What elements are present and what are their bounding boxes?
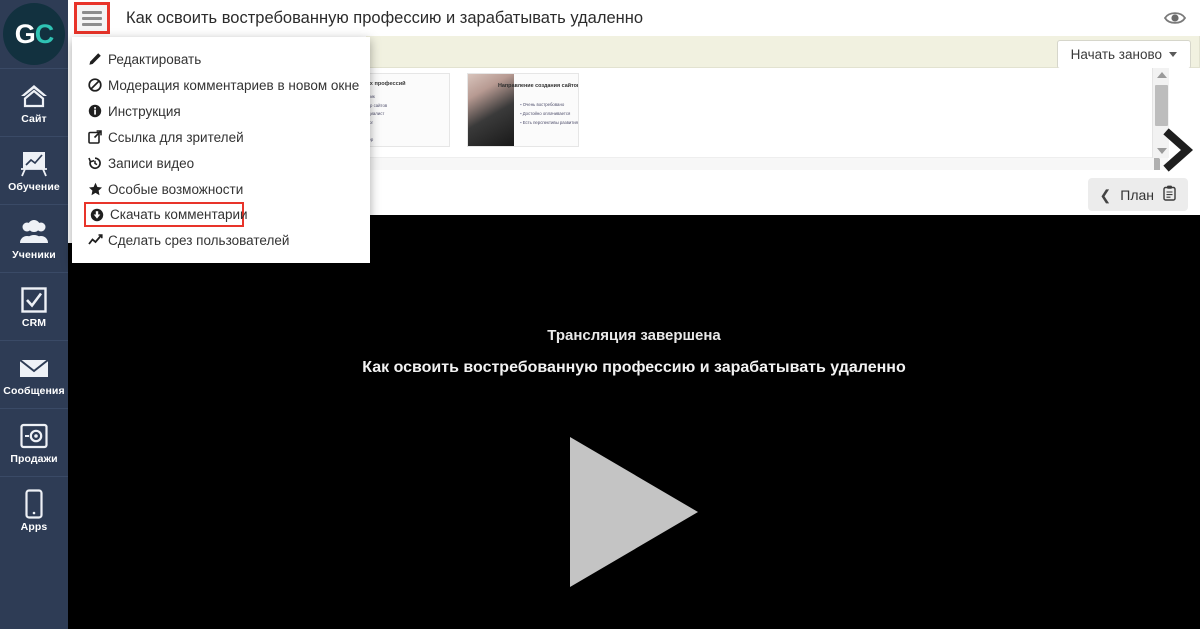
sidebar-item-label: Обучение [8,180,60,193]
sidebar-item-label: Сайт [21,112,47,125]
menu-item-edit[interactable]: Редактировать [72,46,370,72]
restart-button-label: Начать заново [1070,47,1162,62]
sidebar-item-crm[interactable]: CRM [0,272,68,340]
menu-item-label: Особые возможности [108,181,244,197]
eye-icon[interactable] [1163,9,1187,27]
sidebar-item-students[interactable]: Ученики [0,204,68,272]
external-link-icon [88,130,108,144]
plan-button-label: План [1120,186,1154,203]
plan-button[interactable]: ❮ План [1087,178,1188,211]
video-stage-fill [370,215,1200,243]
slides-toolbar: Начать заново [366,36,1200,69]
clipboard-icon [1163,185,1176,204]
brand-logo[interactable]: GC [0,0,68,68]
slides-row: даленных профессий Разработчик Архитекто… [338,73,579,147]
scrollbar-thumb[interactable] [1155,85,1168,126]
menu-item-special-features[interactable]: Особые возможности [72,176,370,202]
menu-item-viewer-link[interactable]: Ссылка для зрителей [72,124,370,150]
chevron-right-icon[interactable] [1162,126,1196,179]
download-circle-icon [90,208,110,222]
pencil-icon [88,52,108,66]
slide-bullet: Достойно оплачивается [520,111,578,116]
history-icon [88,156,108,170]
info-icon [88,104,108,118]
broadcast-title: Как освоить востребованную профессию и з… [362,359,906,376]
slide-title: Направление создания сайтов [498,83,579,89]
topbar: Как освоить востребованную профессию и з… [68,0,1200,36]
menu-item-label: Записи видео [108,155,195,171]
hamburger-icon[interactable] [74,2,110,34]
hamburger-line [82,16,102,20]
horizontal-scrollbar[interactable] [298,154,1168,181]
people-icon [18,217,50,247]
house-icon [18,81,50,111]
menu-item-label: Инструкция [108,103,181,119]
hamburger-line [82,10,102,14]
logo-letter-c: C [34,18,54,49]
menu-item-label: Редактировать [108,51,202,67]
slide-bullets: Очень востребовано Достойно оплачивается… [520,102,578,125]
context-menu: Редактировать Модерация комментариев в н… [72,37,370,263]
hamburger-line [82,22,102,26]
slides-viewport[interactable]: даленных профессий Разработчик Архитекто… [298,68,1200,170]
sidebar: GC Сайт Обучение Ученики CRM Сообщения П… [0,0,68,629]
phone-icon [18,489,50,519]
menu-item-video-records[interactable]: Записи видео [72,150,370,176]
sidebar-item-label: Продажи [10,452,58,465]
slide-bullet: Очень востребовано [520,102,578,107]
sidebar-item-label: CRM [21,316,47,329]
page-title: Как освоить востребованную профессию и з… [126,8,644,27]
chevron-left-icon: ❮ [1099,186,1112,203]
sidebar-item-messages[interactable]: Сообщения [0,340,68,408]
restart-button[interactable]: Начать заново [1056,40,1191,69]
ban-icon [88,78,108,92]
menu-item-user-snapshot[interactable]: Сделать срез пользователей [72,227,370,253]
easel-chart-icon [18,149,50,179]
broadcast-status: Трансляция завершена [547,327,721,344]
video-player[interactable]: Трансляция завершена Как освоить востреб… [68,243,1200,629]
app-root: GC Сайт Обучение Ученики CRM Сообщения П… [0,0,1200,629]
sidebar-item-label: Ученики [12,248,56,261]
safe-icon [18,421,50,451]
checkbox-icon [18,285,50,315]
menu-item-label: Сделать срез пользователей [108,232,290,248]
gc-logo-circle: GC [3,3,65,65]
slide-thumbnail[interactable]: Направление создания сайтов Очень востре… [467,73,579,147]
menu-item-label: Скачать комментарии [110,207,248,222]
logo-letter-g: G [14,18,36,49]
sidebar-item-apps[interactable]: Apps [0,476,68,544]
menu-item-instruction[interactable]: Инструкция [72,98,370,124]
triangle-up-icon[interactable] [1153,68,1170,82]
menu-item-label: Модерация комментариев в новом окне [108,77,360,93]
slide-bullet: Есть перспективы развития [520,120,578,125]
play-triangle-icon[interactable] [570,437,698,587]
menu-item-moderation[interactable]: Модерация комментариев в новом окне [72,72,370,98]
menu-item-label: Ссылка для зрителей [108,129,244,145]
menu-item-download-comments[interactable]: Скачать комментарии [84,202,248,227]
sidebar-item-label: Сообщения [3,384,65,397]
chevron-down-icon [1169,52,1177,57]
sidebar-item-site[interactable]: Сайт [0,68,68,136]
sidebar-item-label: Apps [20,520,48,533]
sidebar-item-sales[interactable]: Продажи [0,408,68,476]
star-icon [88,182,108,196]
envelope-icon [18,353,50,383]
sidebar-item-training[interactable]: Обучение [0,136,68,204]
chart-line-icon [88,233,108,247]
